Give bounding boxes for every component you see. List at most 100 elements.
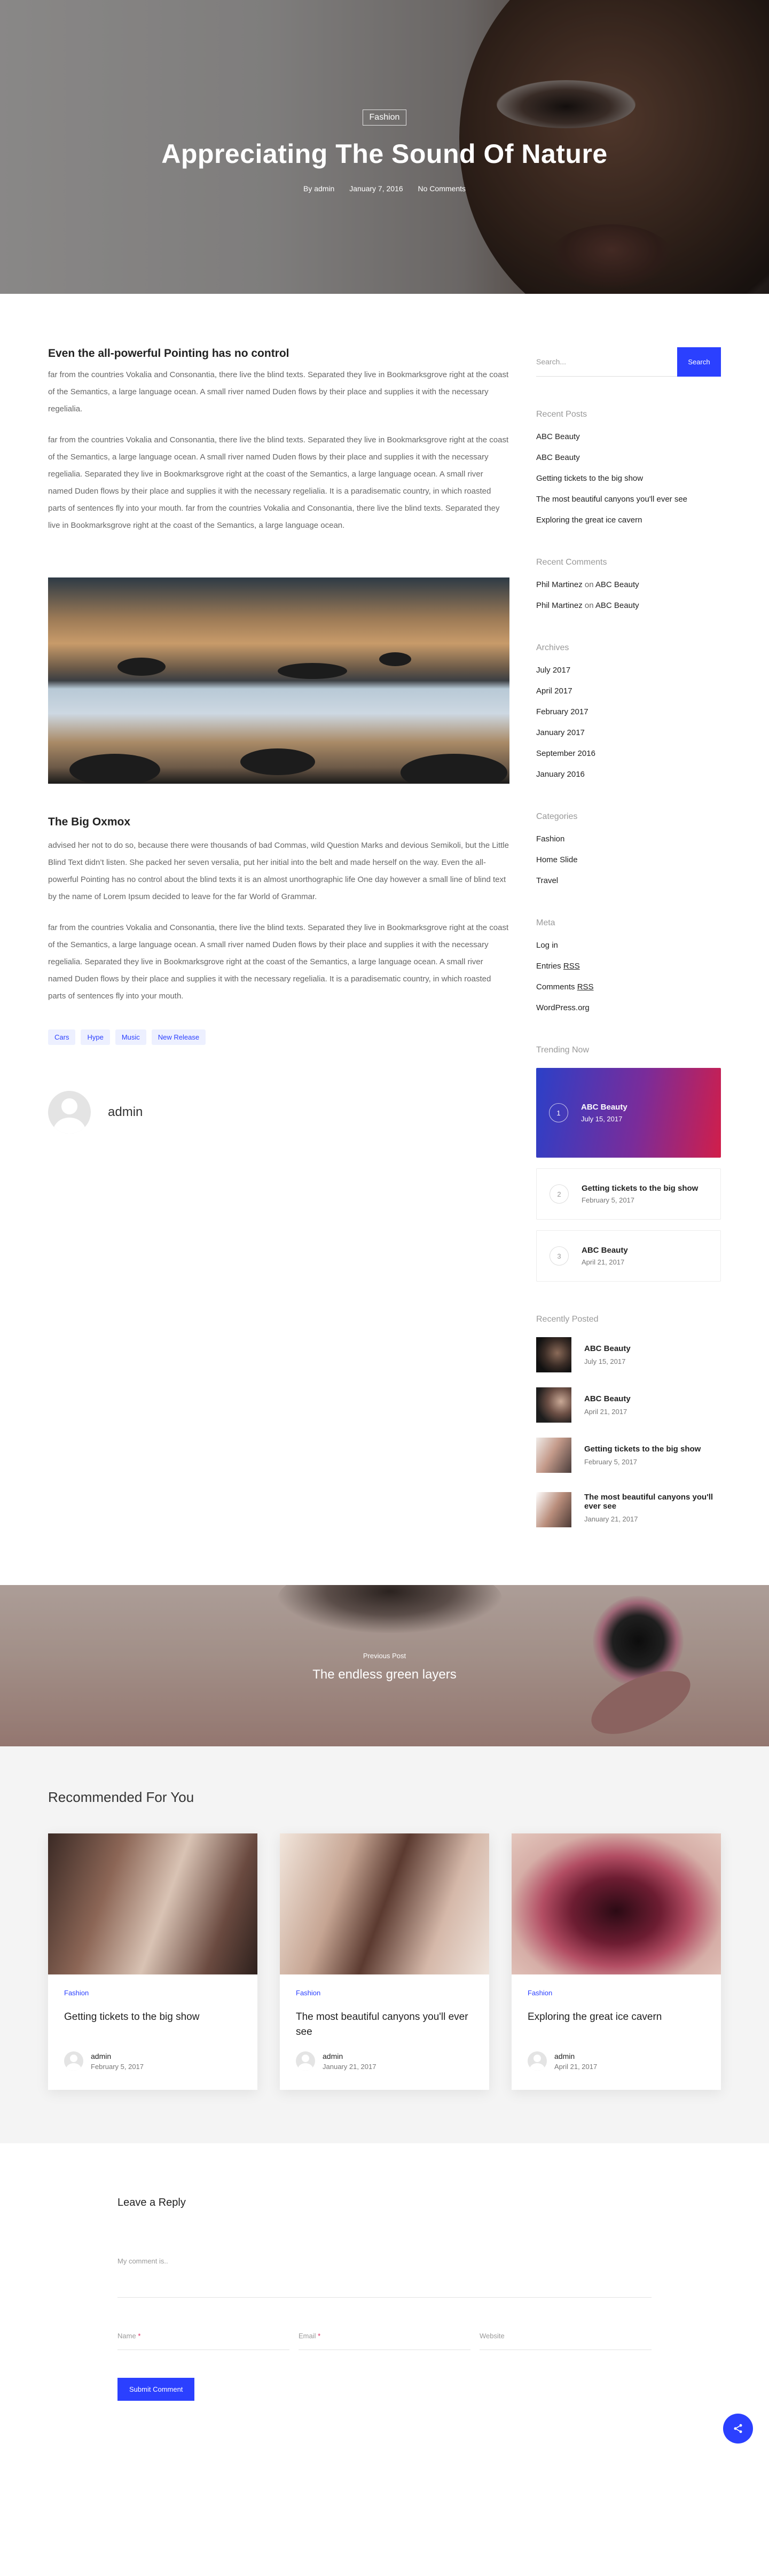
card-title[interactable]: Getting tickets to the big show [64, 2010, 241, 2040]
card-author: admin January 21, 2017 [296, 2051, 473, 2071]
archive-link[interactable]: January 2016 [536, 770, 585, 779]
recent-post-link[interactable]: The most beautiful canyons you'll ever s… [536, 495, 687, 504]
tag-music[interactable]: Music [115, 1029, 146, 1045]
rock-shape [240, 748, 315, 775]
trending-title: Getting tickets to the big show [582, 1184, 699, 1193]
comment-author-link[interactable]: Phil Martinez [536, 601, 583, 610]
comment-on-label: on [584, 580, 594, 589]
trending-rank: 2 [550, 1184, 569, 1204]
widget-title: Trending Now [536, 1045, 590, 1055]
comment-fields-row: Name * Email * Website [117, 2332, 652, 2350]
archive-link[interactable]: September 2016 [536, 749, 595, 758]
share-icon [734, 2424, 742, 2433]
comment-form: Leave a Reply My comment is.. Name * Ema… [0, 2143, 769, 2465]
archive-link[interactable]: February 2017 [536, 707, 588, 716]
recently-posted-item[interactable]: Getting tickets to the big show February… [536, 1438, 721, 1473]
archive-link[interactable]: July 2017 [536, 666, 570, 675]
recently-posted-item[interactable]: ABC Beauty July 15, 2017 [536, 1337, 721, 1372]
category-link[interactable]: Home Slide [536, 855, 578, 864]
recent-post-link[interactable]: ABC Beauty [536, 453, 580, 462]
recommended-card[interactable]: Fashion Getting tickets to the big show … [48, 1833, 257, 2090]
reply-title: Leave a Reply [117, 2197, 186, 2208]
card-author-name[interactable]: admin [91, 2052, 144, 2060]
card-image[interactable] [280, 1833, 489, 1974]
card-title[interactable]: Exploring the great ice cavern [528, 2010, 705, 2040]
card-author-name[interactable]: admin [554, 2052, 597, 2060]
trending-item[interactable]: 2 Getting tickets to the big show Februa… [536, 1168, 721, 1220]
post-author[interactable]: By admin [303, 184, 334, 193]
rock-shape [401, 754, 507, 784]
avatar [48, 1091, 91, 1134]
tag-new-release[interactable]: New Release [151, 1029, 206, 1045]
login-link[interactable]: Log in [536, 941, 558, 950]
name-field[interactable]: Name * [117, 2332, 289, 2350]
post-comments-count[interactable]: No Comments [418, 184, 466, 193]
tag-hype[interactable]: Hype [81, 1029, 110, 1045]
share-button[interactable] [723, 2414, 753, 2444]
trending-title: ABC Beauty [582, 1246, 628, 1255]
widget-title: Categories [536, 812, 578, 821]
comment-author-link[interactable]: Phil Martinez [536, 580, 583, 589]
recent-post-link[interactable]: Exploring the great ice cavern [536, 516, 642, 525]
card-date: February 5, 2017 [91, 2062, 144, 2071]
rock-shape [278, 663, 347, 679]
recommended-card[interactable]: Fashion Exploring the great ice cavern a… [512, 1833, 721, 2090]
recent-post-link[interactable]: ABC Beauty [536, 432, 580, 441]
search-form: Search... Search [536, 347, 721, 377]
previous-post-banner[interactable]: Previous Post The endless green layers [0, 1585, 769, 1746]
trending-item[interactable]: 1 ABC Beauty July 15, 2017 [536, 1068, 721, 1158]
card-category[interactable]: Fashion [528, 1989, 552, 1997]
widget-title: Recently Posted [536, 1315, 599, 1324]
recently-posted-date: July 15, 2017 [584, 1357, 626, 1365]
widget-archives: Archives July 2017 April 2017 February 2… [536, 643, 721, 779]
hero-category-link[interactable]: Fashion [362, 110, 407, 126]
post-date[interactable]: January 7, 2016 [349, 184, 403, 193]
widget-recent-comments: Recent Comments Phil Martinez on ABC Bea… [536, 558, 721, 610]
archive-link[interactable]: April 2017 [536, 686, 572, 696]
recently-posted-item[interactable]: The most beautiful canyons you'll ever s… [536, 1488, 721, 1527]
comments-rss-link[interactable]: Comments RSS [536, 982, 721, 992]
card-category[interactable]: Fashion [64, 1989, 89, 1997]
hero-banner: Fashion Appreciating The Sound Of Nature… [0, 0, 769, 294]
website-field[interactable]: Website [480, 2332, 652, 2350]
card-author-name[interactable]: admin [323, 2052, 376, 2060]
author-name[interactable]: admin [108, 1105, 143, 1120]
widget-recently-posted: Recently Posted ABC Beauty July 15, 2017… [536, 1315, 721, 1527]
category-link[interactable]: Fashion [536, 834, 564, 844]
avatar [64, 2051, 83, 2071]
recent-post-link[interactable]: Getting tickets to the big show [536, 474, 643, 483]
article-image-lake [48, 577, 509, 784]
recently-posted-date: January 21, 2017 [584, 1515, 638, 1523]
post-tags: Cars Hype Music New Release [48, 1029, 509, 1045]
comment-post-link[interactable]: ABC Beauty [595, 601, 639, 610]
category-link[interactable]: Travel [536, 876, 558, 885]
post-meta: By admin January 7, 2016 No Comments [0, 184, 769, 193]
card-image[interactable] [48, 1833, 257, 1974]
wordpress-link[interactable]: WordPress.org [536, 1003, 590, 1012]
card-category[interactable]: Fashion [296, 1989, 320, 1997]
article-paragraph: far from the countries Vokalia and Conso… [48, 923, 509, 1001]
card-author: admin February 5, 2017 [64, 2051, 241, 2071]
search-button[interactable]: Search [677, 347, 721, 377]
widget-recent-posts: Recent Posts ABC Beauty ABC Beauty Getti… [536, 410, 721, 525]
search-input[interactable]: Search... [536, 347, 677, 377]
recommended-card[interactable]: Fashion The most beautiful canyons you'l… [280, 1833, 489, 2090]
entries-rss-link[interactable]: Entries RSS [536, 962, 721, 971]
archive-link[interactable]: January 2017 [536, 728, 585, 737]
author-box: admin [48, 1091, 509, 1134]
post-title: Appreciating The Sound Of Nature [161, 139, 608, 169]
avatar [528, 2051, 547, 2071]
submit-comment-button[interactable]: Submit Comment [117, 2378, 195, 2401]
recently-posted-item[interactable]: ABC Beauty April 21, 2017 [536, 1387, 721, 1423]
tag-cars[interactable]: Cars [48, 1029, 76, 1045]
card-title[interactable]: The most beautiful canyons you'll ever s… [296, 2010, 473, 2040]
widget-title: Recent Comments [536, 558, 607, 567]
recommended-cards: Fashion Getting tickets to the big show … [48, 1833, 721, 2090]
trending-date: July 15, 2017 [581, 1115, 623, 1123]
comment-textarea[interactable]: My comment is.. [117, 2257, 652, 2298]
trending-item[interactable]: 3 ABC Beauty April 21, 2017 [536, 1230, 721, 1282]
card-image[interactable] [512, 1833, 721, 1974]
email-field[interactable]: Email * [299, 2332, 470, 2350]
post-thumbnail [536, 1492, 571, 1527]
comment-post-link[interactable]: ABC Beauty [595, 580, 639, 589]
